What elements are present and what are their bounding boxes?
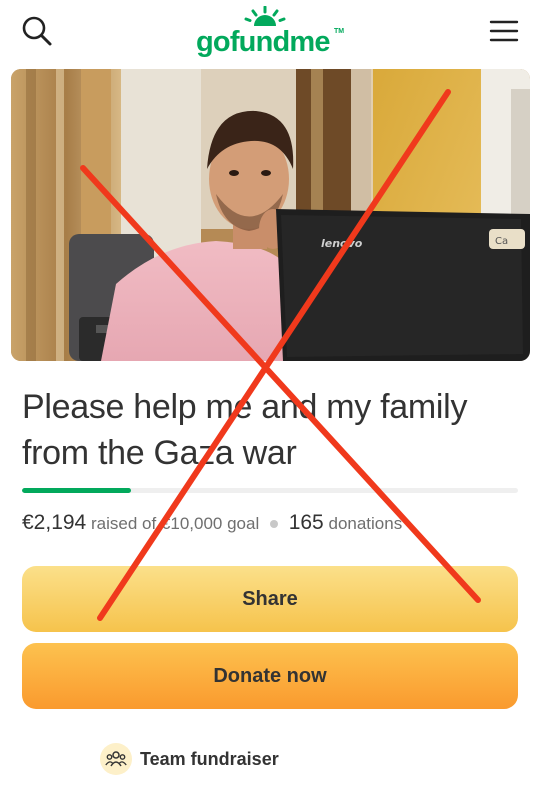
share-button[interactable]: Share	[22, 566, 518, 632]
separator-dot	[269, 519, 278, 528]
top-header: gofundme TM	[0, 0, 540, 64]
search-icon	[22, 16, 52, 46]
donation-stats: €2,194 raised of €10,000 goal 165 donati…	[22, 510, 522, 537]
team-fundraiser-badge: Team fundraiser	[100, 742, 279, 776]
fundraiser-title: Please help me and my family from the Ga…	[22, 388, 468, 472]
donation-progress-bar	[22, 488, 518, 493]
donation-count: 165	[288, 511, 324, 534]
fundraiser-cover-photo[interactable]: lenovo Ca	[11, 69, 530, 361]
menu-button[interactable]	[488, 16, 520, 46]
logo-trademark: TM	[334, 28, 345, 35]
hamburger-menu-icon	[489, 20, 519, 42]
laptop-brand-text: lenovo	[321, 237, 363, 250]
sticker-text: Ca	[495, 236, 508, 247]
donate-now-button[interactable]: Donate now	[22, 643, 518, 709]
raised-of-text: raised of	[90, 514, 157, 533]
team-fundraiser-label: Team fundraiser	[140, 748, 279, 769]
donations-label: donations	[328, 514, 403, 533]
progress-fill	[22, 488, 131, 493]
search-button[interactable]	[18, 14, 58, 48]
gofundme-logo[interactable]: gofundme TM	[196, 6, 346, 62]
cover-photo-illustration: lenovo Ca	[11, 69, 530, 361]
logo-wordmark: gofundme	[196, 26, 331, 58]
goal-amount: €10,000 goal	[160, 514, 260, 533]
raised-amount: €2,194	[22, 511, 87, 534]
people-group-icon	[100, 743, 132, 775]
